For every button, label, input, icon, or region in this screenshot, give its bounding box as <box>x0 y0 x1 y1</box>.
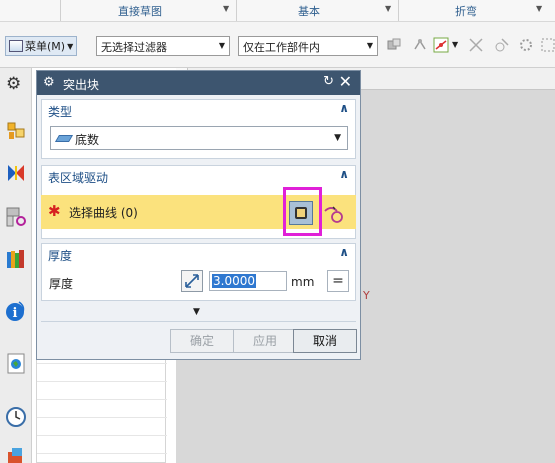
ribbon-separator <box>398 0 399 21</box>
reset-icon[interactable]: ↻ <box>323 74 334 89</box>
chevron-down-icon[interactable]: ▼ <box>536 4 542 13</box>
dialog-title: 突出块 <box>63 78 100 92</box>
y-axis-label: Y <box>363 289 370 302</box>
reuse-library-icon[interactable] <box>5 248 27 270</box>
selection-filter-dropdown[interactable]: 无选择过滤器 ▼ <box>96 36 230 56</box>
constraint-navigator-icon[interactable] <box>5 162 27 184</box>
select-curve-label: 选择曲线 (0) <box>69 206 138 220</box>
component-filter-icon[interactable] <box>386 37 402 53</box>
selection-scope-dropdown[interactable]: 仅在工作部件内 ▼ <box>238 36 378 56</box>
cancel-button[interactable]: 取消 <box>293 329 357 353</box>
chevron-down-icon: ▼ <box>366 41 373 50</box>
type-dropdown[interactable]: 底数 ▼ <box>50 126 348 150</box>
chevron-down-icon[interactable]: ▼ <box>385 4 391 13</box>
part-navigator-icon[interactable] <box>5 206 27 228</box>
ribbon-separator <box>60 0 61 21</box>
ok-button[interactable]: 确定 <box>170 329 234 353</box>
thickness-unit: mm <box>291 275 315 289</box>
list-row-divider <box>37 363 167 364</box>
svg-text:i: i <box>13 306 18 321</box>
top-toolbar: 菜单(M) ▼ 无选择过滤器 ▼ 仅在工作部件内 ▼ ▼ <box>0 22 555 68</box>
ribbon-group-basic[interactable]: 基本 <box>298 3 320 19</box>
selection-scope-value: 仅在工作部件内 <box>243 41 320 54</box>
info-icon[interactable]: i <box>5 300 27 322</box>
thickness-input[interactable]: 3.0000 <box>209 271 287 291</box>
type-dropdown-value: 底数 <box>75 133 100 147</box>
snap-point-icon[interactable] <box>412 37 428 53</box>
sketch-section-icon[interactable] <box>323 203 345 225</box>
menu-button[interactable]: 菜单(M) ▼ <box>5 36 78 56</box>
part-navigator-list[interactable] <box>36 350 167 463</box>
close-icon[interactable]: ✕ <box>339 72 352 91</box>
surface-region-heading[interactable]: 表区域驱动 <box>48 169 108 186</box>
dialog-title-bar[interactable]: ⚙ 突出块 ↻ ✕ <box>37 71 360 95</box>
list-row-divider <box>37 435 167 436</box>
menu-label: 菜单(M) <box>25 40 66 53</box>
formula-button[interactable]: = <box>327 270 349 292</box>
ribbon-separator <box>236 0 237 21</box>
chevron-down-icon: ▼ <box>67 41 74 51</box>
thickness-section-heading[interactable]: 厚度 <box>48 247 72 264</box>
web-browser-icon[interactable] <box>5 352 27 374</box>
collapse-chevron-icon[interactable]: ∧ <box>339 167 349 181</box>
thickness-reverse-button[interactable] <box>181 270 203 292</box>
selection-filter-value: 无选择过滤器 <box>101 41 167 54</box>
more-options-chevron-icon[interactable]: ▼ <box>193 307 200 317</box>
snap-intersection-icon[interactable] <box>468 37 484 53</box>
collapse-chevron-icon[interactable]: ∧ <box>339 245 349 259</box>
list-row-divider <box>37 399 167 400</box>
chevron-down-icon[interactable]: ▼ <box>223 4 229 13</box>
resource-bar: ⚙ i <box>0 68 32 463</box>
chevron-down-icon: ▼ <box>334 133 341 143</box>
collapse-chevron-icon[interactable]: ∧ <box>339 101 349 115</box>
type-section-heading[interactable]: 类型 <box>48 103 72 120</box>
assembly-navigator-icon[interactable] <box>5 120 27 142</box>
snap-box-icon[interactable] <box>540 37 555 53</box>
type-section: 类型 ∧ 底数 ▼ <box>41 99 356 159</box>
thickness-value: 3.0000 <box>212 274 256 288</box>
base-plate-icon <box>54 135 74 142</box>
callout-highlight-box <box>283 187 322 236</box>
history-clock-icon[interactable] <box>5 406 27 428</box>
menu-icon <box>9 40 23 52</box>
thickness-reverse-icon <box>185 274 199 288</box>
ribbon-group-direct-sketch[interactable]: 直接草图 <box>118 3 162 19</box>
system-materials-icon[interactable] <box>5 446 27 463</box>
gear-icon[interactable]: ⚙ <box>43 75 55 90</box>
snap-gear-icon[interactable] <box>518 37 534 53</box>
ribbon-group-bar: 直接草图 ▼ 基本 ▼ 折弯 ▼ <box>0 0 555 22</box>
list-row-divider <box>37 417 167 418</box>
chevron-down-icon[interactable]: ▼ <box>452 40 458 49</box>
apply-button[interactable]: 应用 <box>233 329 297 353</box>
list-row-divider <box>37 453 167 454</box>
tab-dialog: ⚙ 突出块 ↻ ✕ 类型 ∧ 底数 ▼ 表区域驱动 ∧ ✱ 选择曲线 (0) 厚… <box>36 70 361 360</box>
list-row-divider <box>37 381 167 382</box>
ribbon-group-bend[interactable]: 折弯 <box>455 3 477 19</box>
chevron-down-icon: ▼ <box>218 41 225 50</box>
gear-icon[interactable]: ⚙ <box>6 74 21 94</box>
required-star-icon: ✱ <box>48 202 61 220</box>
point-on-curve-icon[interactable] <box>433 37 449 53</box>
thickness-label: 厚度 <box>49 277 74 291</box>
snap-midpoint-icon[interactable] <box>494 37 510 53</box>
dialog-divider <box>41 321 356 322</box>
